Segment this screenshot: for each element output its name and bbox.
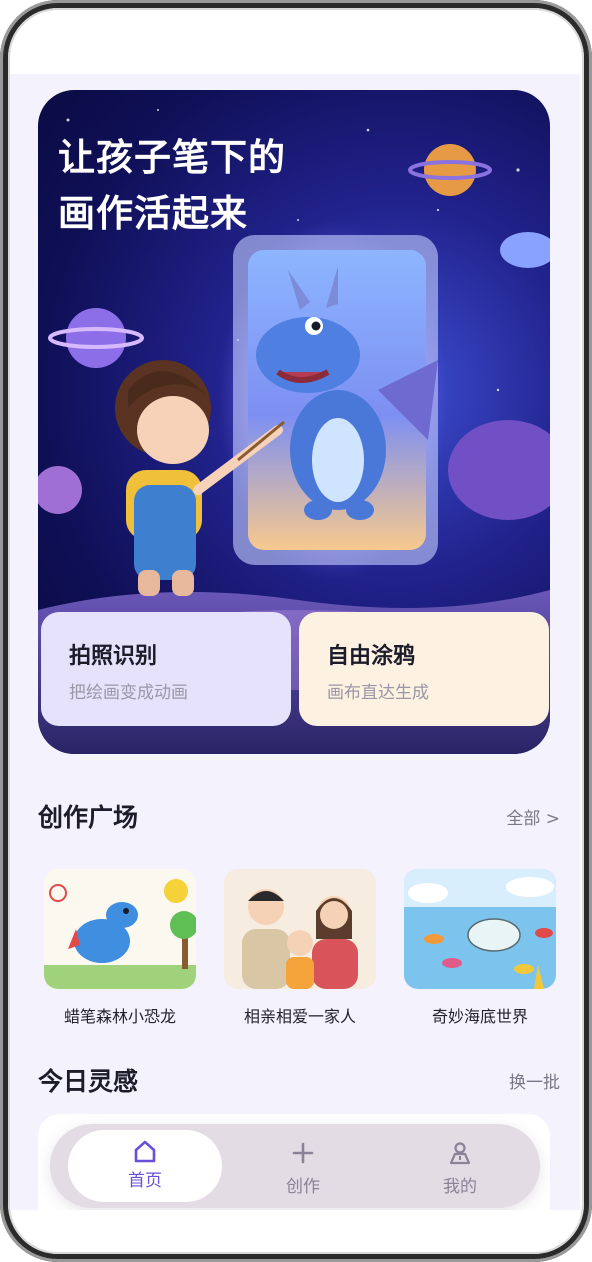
tab-profile[interactable]: 我的 [383,1130,537,1202]
tab-create[interactable]: 创作 [226,1130,380,1202]
hero-title-line2: 画作活起来 [58,192,248,235]
card-subtitle: 画布直达生成 [327,683,429,703]
device-frame: 让孩子笔下的 画作活起来 拍照识别 把绘画变成动画 自由涂鸦 画布直达生成 创作… [0,0,592,1262]
gallery-item[interactable]: 蜡笔森林小恐龙 [44,869,196,1027]
view-all-link[interactable]: 全部 > [506,804,560,829]
tab-home[interactable]: 首页 [68,1130,222,1202]
screen: 让孩子笔下的 画作活起来 拍照识别 把绘画变成动画 自由涂鸦 画布直达生成 创作… [8,8,584,1254]
card-subtitle: 把绘画变成动画 [69,683,188,703]
inspiration-section-header: 今日灵感 换一批 [38,1062,560,1102]
artwork-thumbnail [224,869,376,989]
card-title: 自由涂鸦 [327,644,416,669]
free-doodle-card[interactable]: 自由涂鸦 画布直达生成 [299,612,549,726]
artwork-caption: 蜡笔森林小恐龙 [63,1007,176,1026]
gallery-item[interactable]: 相亲相爱一家人 [224,869,376,1027]
hero-banner[interactable]: 让孩子笔下的 画作活起来 拍照识别 把绘画变成动画 自由涂鸦 画布直达生成 [38,90,550,754]
hero-title: 让孩子笔下的 画作活起来 [58,130,358,242]
photo-recognize-card[interactable]: 拍照识别 把绘画变成动画 [41,612,291,726]
plaza-section-header: 创作广场 全部 > [38,798,560,838]
card-title: 拍照识别 [69,644,158,669]
home-page: 让孩子笔下的 画作活起来 拍照识别 把绘画变成动画 自由涂鸦 画布直达生成 创作… [10,74,580,1210]
artwork-thumbnail [44,869,196,989]
tab-label: 我的 [443,1177,477,1197]
artwork-thumbnail [404,869,556,989]
plus-icon [292,1142,314,1164]
artwork-caption: 奇妙海底世界 [431,1007,528,1026]
profile-icon [449,1142,471,1165]
section-title: 创作广场 [38,803,139,832]
gallery-item[interactable]: 奇妙海底世界 [404,869,556,1027]
refresh-link[interactable]: 换一批 [509,1068,560,1093]
artwork-caption: 相亲相爱一家人 [243,1007,356,1026]
hero-title-line1: 让孩子笔下的 [58,136,286,179]
tab-label: 创作 [286,1177,320,1197]
tab-label: 首页 [128,1171,162,1191]
home-icon [134,1140,156,1163]
bottom-tab-bar: 首页 创作 我的 [50,1124,540,1208]
section-title: 今日灵感 [38,1067,139,1096]
